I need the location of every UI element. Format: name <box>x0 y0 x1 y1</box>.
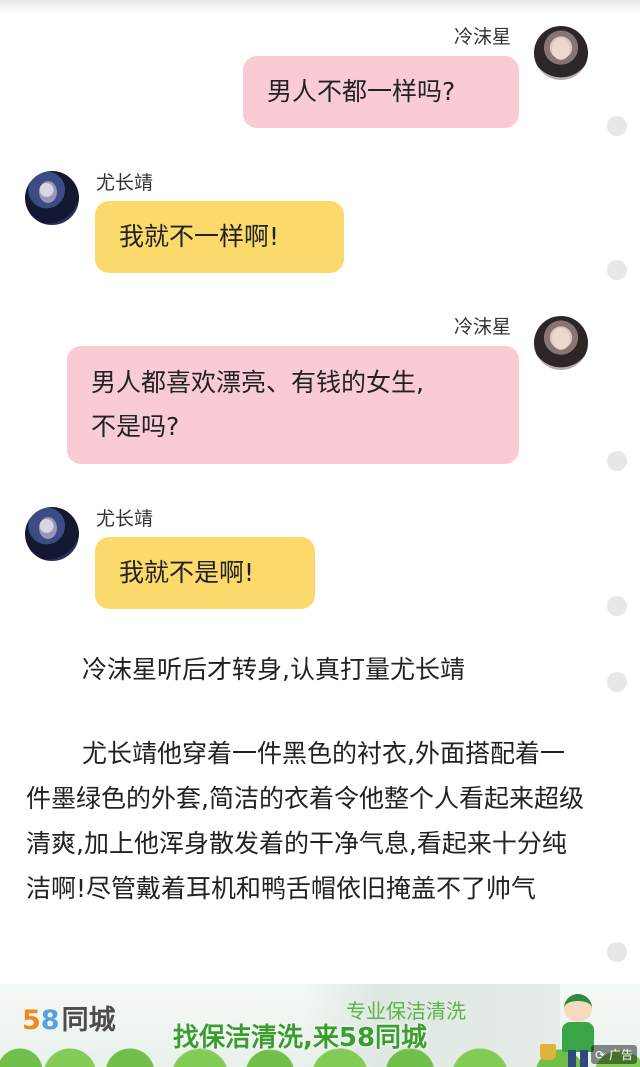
indicator-dot <box>607 260 627 280</box>
speaker-name: 尤长靖 <box>96 172 154 194</box>
speaker-name: 冷沫星 <box>454 316 512 338</box>
ad-logo: 58同城 <box>22 998 116 1037</box>
refresh-icon: ⟳ <box>595 1048 606 1062</box>
speaker-name: 冷沫星 <box>454 26 512 48</box>
ad-banner[interactable]: 58同城 专业保洁清洗 找保洁清洗,来58同城 ⟳ 广告 <box>0 984 640 1067</box>
message-bubble: 男人都喜欢漂亮、有钱的女生, 不是吗? <box>67 346 519 464</box>
message-line: 男人都喜欢漂亮、有钱的女生, <box>91 368 424 397</box>
ad-headline: 找保洁清洗,来58同城 <box>173 1023 428 1053</box>
avatar-boy-icon[interactable] <box>25 171 79 225</box>
ad-logo-eight: 8 <box>40 1005 60 1036</box>
indicator-dot <box>607 451 627 471</box>
avatar-girl-icon[interactable] <box>534 316 588 370</box>
indicator-dot <box>607 942 627 962</box>
ad-logo-text: 同城 <box>61 1005 116 1036</box>
speaker-name: 尤长靖 <box>96 508 154 530</box>
avatar-girl-icon[interactable] <box>534 26 588 80</box>
top-shadow <box>0 0 640 14</box>
avatar-boy-icon[interactable] <box>25 507 79 561</box>
ad-tag[interactable]: ⟳ 广告 <box>591 1045 637 1064</box>
message-line: 不是吗? <box>91 412 180 441</box>
indicator-dot <box>607 672 627 692</box>
message-bubble: 男人不都一样吗? <box>243 56 519 128</box>
narration-paragraph: 尤长靖他穿着一件黑色的衬衣,外面搭配着一件墨绿色的外套,简洁的衣着令他整个人看起… <box>26 739 584 903</box>
ad-logo-five: 5 <box>22 1005 41 1036</box>
narration-line: 冷沫星听后才转身,认真打量尤长靖 <box>82 655 465 684</box>
indicator-dot <box>607 116 627 136</box>
message-bubble: 我就不一样啊! <box>95 201 344 273</box>
message-bubble: 我就不是啊! <box>95 537 315 609</box>
ad-tag-label: 广告 <box>608 1048 633 1062</box>
indicator-dot <box>607 596 627 616</box>
